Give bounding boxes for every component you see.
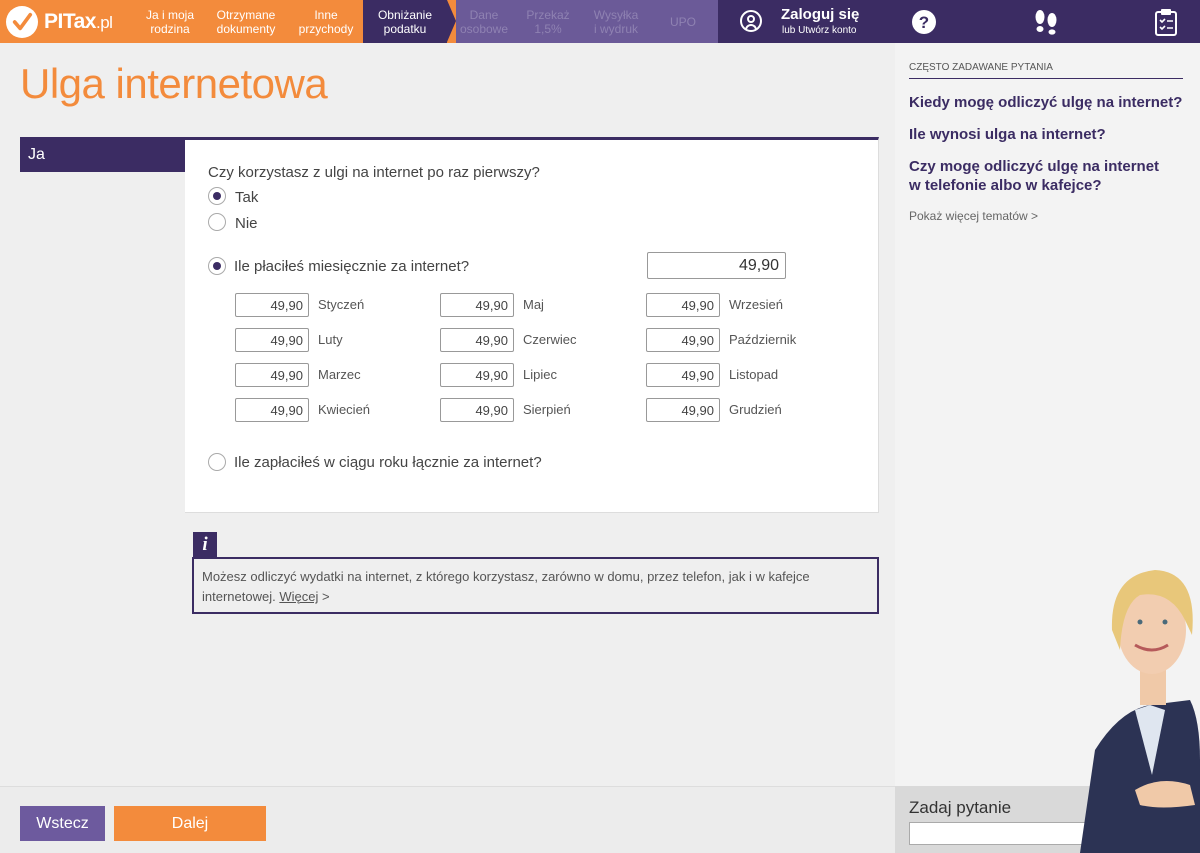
step-wysylka-i-wydruk[interactable]: Wysyłka i wydruk xyxy=(584,0,648,43)
radio-nie-label[interactable]: Nie xyxy=(235,215,258,232)
logo[interactable]: PITax.pl xyxy=(0,0,137,43)
step-obnizanie-podatku[interactable]: Obniżanie podatku xyxy=(363,0,447,43)
clipboard-icon xyxy=(1155,8,1177,36)
month-input[interactable] xyxy=(235,293,309,317)
month-input[interactable] xyxy=(440,363,514,387)
radio-tak-label[interactable]: Tak xyxy=(235,189,258,206)
month-input[interactable] xyxy=(235,398,309,422)
month-input[interactable] xyxy=(646,398,720,422)
login-subtitle: lub Utwórz konto xyxy=(782,25,857,36)
info-box: Możesz odliczyć wydatki na internet, z k… xyxy=(192,557,879,614)
user-icon xyxy=(740,10,762,32)
tab-faq[interactable]: ? xyxy=(895,0,953,48)
monthly-total-input[interactable] xyxy=(647,252,786,279)
month-label: Sierpień xyxy=(523,402,571,417)
logo-text: PITax.pl xyxy=(44,9,113,33)
faq-heading: CZĘSTO ZADAWANE PYTANIA xyxy=(909,62,1183,79)
login-title: Zaloguj się xyxy=(781,6,860,23)
page-title: Ulga internetowa xyxy=(20,60,328,107)
month-input[interactable] xyxy=(440,398,514,422)
question-icon: ? xyxy=(912,9,936,34)
faq-item[interactable]: Kiedy mogę odliczyć ulgę na internet? xyxy=(909,93,1194,112)
faq-item[interactable]: Ile wynosi ulga na internet? xyxy=(909,125,1194,144)
month-input[interactable] xyxy=(235,328,309,352)
info-more-link[interactable]: Więcej xyxy=(279,589,318,604)
next-button[interactable]: Dalej xyxy=(114,806,266,841)
month-label: Czerwiec xyxy=(523,332,577,347)
month-label: Październik xyxy=(729,332,797,347)
month-label: Luty xyxy=(318,332,343,347)
tab-checklist[interactable] xyxy=(1137,0,1195,43)
ask-label: Zadaj pytanie xyxy=(909,798,1012,817)
month-input[interactable] xyxy=(646,328,720,352)
step-przekaz[interactable]: Przekaż 1,5% xyxy=(512,0,584,43)
month-input[interactable] xyxy=(440,293,514,317)
step-dane-osobowe[interactable]: Dane osobowe xyxy=(456,0,512,43)
month-input[interactable] xyxy=(646,293,720,317)
yearly-label[interactable]: Ile zapłaciłeś w ciągu roku łącznie za i… xyxy=(234,454,542,471)
step-ja-i-moja-rodzina[interactable]: Ja i moja rodzina xyxy=(137,0,203,43)
advisor-image xyxy=(1040,560,1200,853)
radio-monthly[interactable] xyxy=(208,257,226,275)
radio-yearly[interactable] xyxy=(208,453,226,471)
faq-item[interactable]: Czy mogę odliczyć ulgę na internet w tel… xyxy=(909,157,1167,195)
monthly-label[interactable]: Ile płaciłeś miesięcznie za internet? xyxy=(234,258,469,275)
month-label: Maj xyxy=(523,297,544,312)
month-label: Marzec xyxy=(318,367,361,382)
step-inne-przychody[interactable]: Inne przychody xyxy=(289,0,363,43)
radio-tak[interactable] xyxy=(208,187,226,205)
back-button[interactable]: Wstecz xyxy=(20,806,105,841)
checkmark-logo-icon xyxy=(6,5,38,38)
info-icon: i xyxy=(193,532,217,558)
info-more-arrow: > xyxy=(321,589,330,604)
faq-more-link[interactable]: Pokaż więcej tematów > xyxy=(909,209,1038,223)
step-chevron xyxy=(447,0,456,42)
login-button[interactable]: Zaloguj się lub Utwórz konto xyxy=(718,0,895,43)
month-label: Listopad xyxy=(729,367,779,382)
month-input[interactable] xyxy=(235,363,309,387)
month-label: Kwiecień xyxy=(318,402,371,417)
step-otrzymane-dokumenty[interactable]: Otrzymane dokumenty xyxy=(203,0,289,43)
step-upo[interactable]: UPO xyxy=(648,0,718,43)
month-label: Grudzień xyxy=(729,402,782,417)
tab-guide[interactable] xyxy=(1017,0,1075,43)
svg-text:?: ? xyxy=(919,13,929,32)
month-label: Styczeń xyxy=(318,297,365,312)
footsteps-icon xyxy=(1035,9,1057,35)
radio-nie[interactable] xyxy=(208,213,226,231)
first-time-question: Czy korzystasz z ulgi na internet po raz… xyxy=(208,164,540,181)
month-input[interactable] xyxy=(440,328,514,352)
month-label: Lipiec xyxy=(523,367,557,382)
help-tabs: ? xyxy=(895,0,1200,48)
month-label: Wrzesień xyxy=(729,297,783,312)
month-input[interactable] xyxy=(646,363,720,387)
person-tab[interactable]: Ja xyxy=(20,137,185,172)
